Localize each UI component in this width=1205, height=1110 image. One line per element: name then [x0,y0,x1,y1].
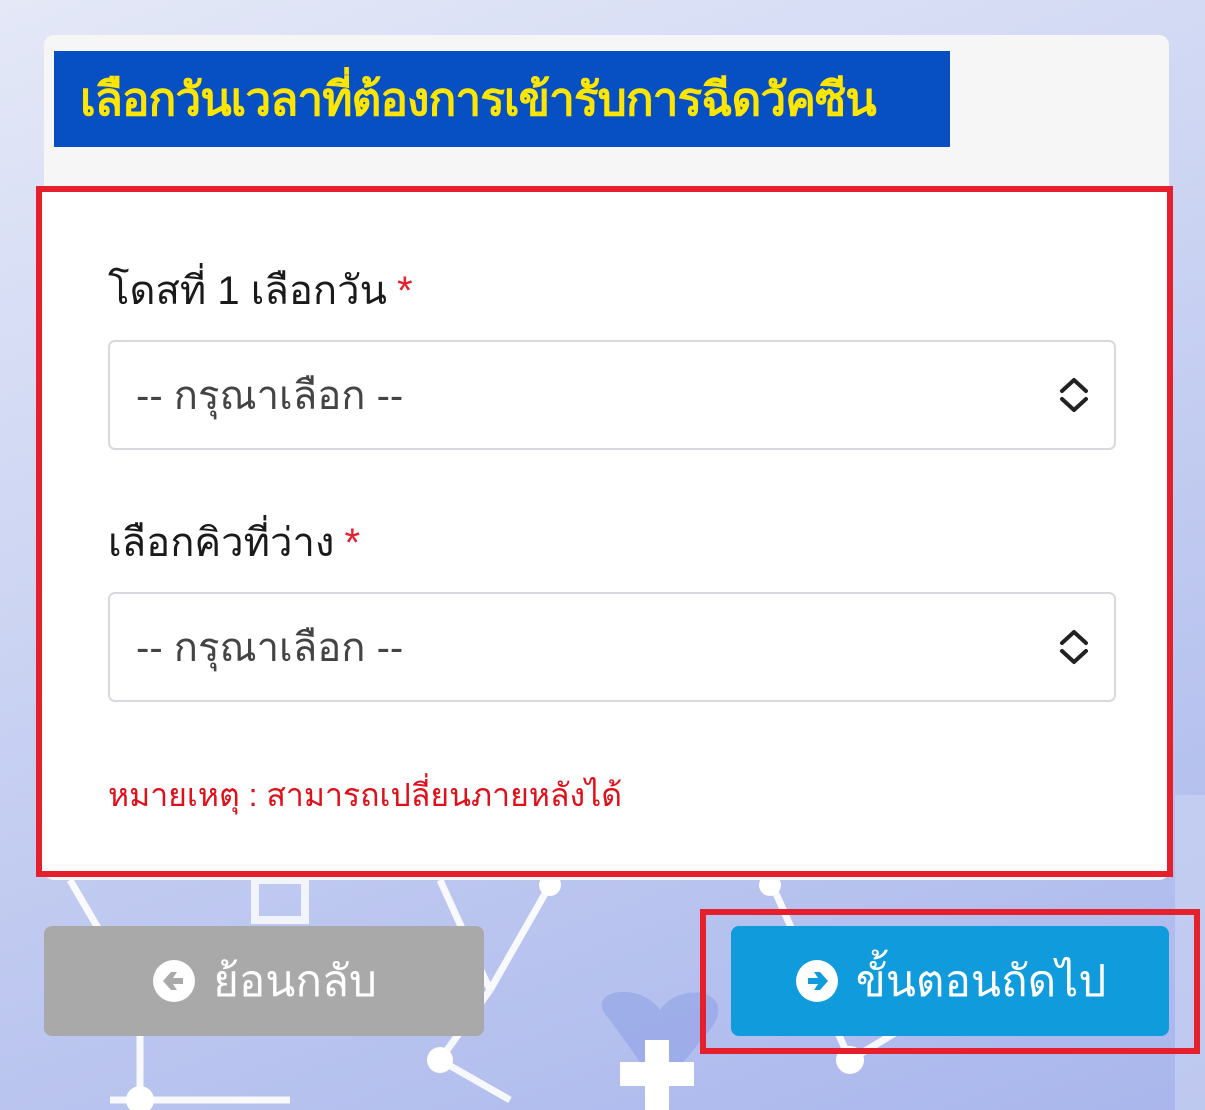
back-button[interactable]: ย้อนกลับ [44,926,484,1036]
required-mark: * [344,521,361,565]
time-slot-select[interactable]: -- กรุณาเลือก -- [108,592,1116,702]
next-button-highlight [700,909,1200,1054]
form-note: หมายเหตุ : สามารถเปลี่ยนภายหลังได้ [108,777,623,813]
dose-date-select[interactable]: -- กรุณาเลือก -- [108,340,1116,450]
dose-date-label-text: โดสที่ 1 เลือกวัน [108,269,387,313]
dose-date-label: โดสที่ 1 เลือกวัน * [108,258,413,322]
page-title: เลือกวันเวลาที่ต้องการเข้ารับการฉีดวัคซี… [80,72,877,125]
chevron-up-down-icon [1060,378,1088,412]
schedule-form: โดสที่ 1 เลือกวัน * -- กรุณาเลือก -- เลือ… [36,186,1173,877]
time-slot-label-text: เลือกคิวที่ว่าง [108,521,335,565]
time-slot-select-value: -- กรุณาเลือก -- [136,626,404,670]
required-mark: * [396,269,413,313]
page-title-banner: เลือกวันเวลาที่ต้องการเข้ารับการฉีดวัคซี… [54,51,950,147]
chevron-up-down-icon [1060,630,1088,664]
back-button-label: ย้อนกลับ [213,957,377,1006]
dose-date-select-value: -- กรุณาเลือก -- [136,374,404,418]
arrow-left-circle-icon [153,960,196,1002]
time-slot-label: เลือกคิวที่ว่าง * [108,510,360,574]
